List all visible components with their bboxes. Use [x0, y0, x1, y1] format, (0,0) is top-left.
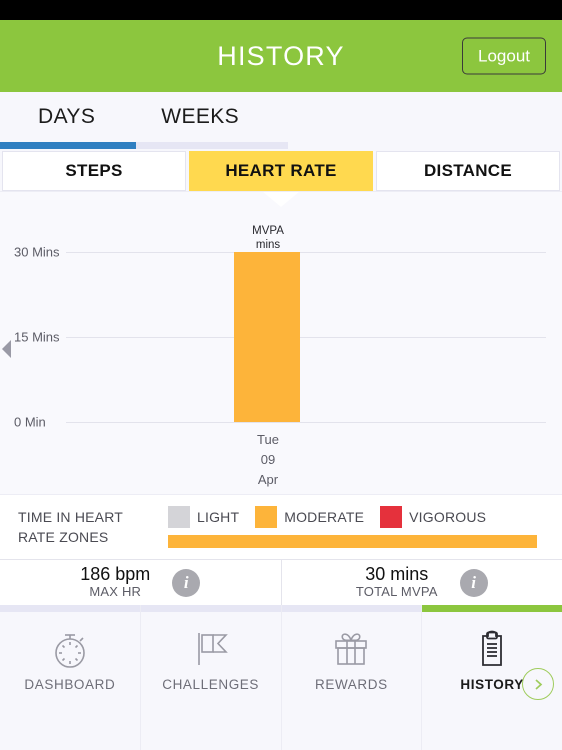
stat-max-hr: 186 bpm MAX HR i [0, 560, 281, 605]
nav-item-rewards[interactable]: REWARDS [280, 605, 422, 750]
stat-total-mvpa-text: 30 mins TOTAL MVPA [356, 564, 438, 602]
nav-indicator-challenges [140, 605, 281, 612]
stat-total-mvpa-label: TOTAL MVPA [355, 584, 438, 600]
legend-label-moderate: MODERATE [284, 509, 365, 525]
logout-button[interactable]: Logout [462, 37, 546, 75]
x-label-line-2: 09 [260, 452, 276, 468]
nav-indicator-history [422, 605, 562, 612]
x-axis-label: Tue 09 Apr [218, 430, 318, 490]
app-header: HISTORY Logout [0, 20, 562, 92]
summary-stats: 186 bpm MAX HR i 30 mins TOTAL MVPA i [0, 559, 562, 605]
zones-content: LIGHT MODERATE VIGOROUS [168, 506, 552, 548]
gift-icon [329, 627, 373, 671]
flag-icon [189, 627, 233, 671]
chart-plot-area: 30 Mins 15 Mins 0 Min MVPA mins Tue 09 A… [0, 225, 562, 487]
metric-tab-bar: STEPS HEART RATE DISTANCE [0, 149, 562, 191]
y-tick-label-15: 15 Mins [14, 329, 60, 345]
gridline-15 [66, 337, 546, 338]
tab-heart-rate[interactable]: HEART RATE [189, 151, 373, 191]
stopwatch-icon [49, 627, 91, 671]
period-indicator-rest [288, 142, 562, 149]
stat-max-hr-text: 186 bpm MAX HR [80, 564, 150, 602]
y-tick-label-0: 0 Min [14, 414, 46, 430]
nav-indicator-dashboard [0, 605, 140, 612]
bar-series-label: MVPA mins [252, 225, 284, 252]
x-label-line-1: Tue [257, 432, 279, 447]
selected-tab-notch-icon [263, 192, 299, 207]
legend-swatch-vigorous-icon [380, 506, 403, 528]
period-tab-indicator [0, 142, 562, 149]
period-indicator-days [0, 142, 136, 149]
tab-distance[interactable]: DISTANCE [376, 151, 560, 191]
x-label-line-3: Apr [257, 472, 279, 488]
legend-label-vigorous: VIGOROUS [409, 509, 487, 525]
nav-label-dashboard: DASHBOARD [24, 677, 116, 692]
zones-title: TIME IN HEART RATE ZONES [18, 508, 124, 545]
period-indicator-weeks [136, 142, 288, 149]
stat-total-mvpa: 30 mins TOTAL MVPA i [280, 560, 562, 605]
stat-max-hr-label: MAX HR [89, 584, 142, 600]
nav-label-history: HISTORY [460, 677, 524, 692]
history-chart: 30 Mins 15 Mins 0 Min MVPA mins Tue 09 A… [0, 191, 562, 494]
legend-swatch-moderate-icon [255, 506, 278, 528]
zones-legend: LIGHT MODERATE VIGOROUS [168, 506, 552, 528]
period-tab-weeks[interactable]: WEEKS [161, 105, 239, 129]
period-tab-bar: DAYS WEEKS [0, 92, 562, 142]
zone-segment-moderate [168, 535, 537, 548]
nav-item-challenges[interactable]: CHALLENGES [139, 605, 281, 750]
nav-item-dashboard[interactable]: DASHBOARD [0, 605, 140, 750]
legend-label-light: LIGHT [197, 509, 240, 525]
chevron-right-icon [534, 678, 542, 690]
zone-distribution-bar [168, 535, 552, 548]
legend-item-moderate: MODERATE [255, 506, 364, 528]
clipboard-icon [470, 627, 514, 671]
bottom-navigation: DASHBOARD CHALLENGES REWARDS HISTORY [0, 605, 562, 750]
stat-total-mvpa-value: 30 mins [365, 563, 429, 584]
status-bar [0, 0, 562, 20]
next-page-button[interactable] [522, 668, 554, 700]
y-tick-label-30: 30 Mins [14, 244, 60, 260]
info-icon-total-mvpa[interactable]: i [459, 568, 488, 597]
info-icon-max-hr[interactable]: i [172, 568, 201, 597]
legend-item-vigorous: VIGOROUS [380, 506, 486, 528]
stat-max-hr-value: 186 bpm [80, 563, 151, 584]
app-root: HISTORY Logout DAYS WEEKS STEPS HEART RA… [0, 0, 562, 750]
heart-rate-zones-section: TIME IN HEART RATE ZONES LIGHT MODERATE … [0, 494, 562, 559]
page-title: HISTORY [217, 40, 345, 71]
nav-label-rewards: REWARDS [315, 677, 388, 692]
legend-item-light: LIGHT [168, 506, 239, 528]
bar-mvpa-tue-09-apr[interactable] [234, 252, 300, 422]
nav-indicator-rewards [281, 605, 422, 612]
legend-swatch-light-icon [168, 506, 190, 528]
nav-label-challenges: CHALLENGES [162, 677, 260, 692]
period-tab-days[interactable]: DAYS [38, 105, 95, 129]
gridline-0 [66, 422, 546, 423]
tab-steps[interactable]: STEPS [2, 151, 186, 191]
